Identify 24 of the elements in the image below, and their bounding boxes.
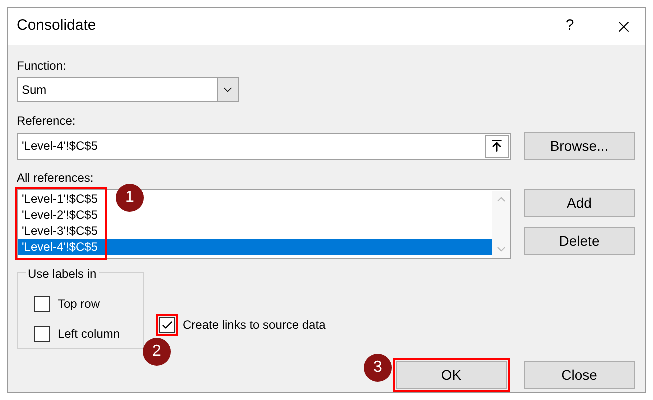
- list-item[interactable]: 'Level-2'!$C$5: [22, 208, 98, 222]
- checkbox[interactable]: [34, 326, 50, 342]
- help-button[interactable]: ?: [555, 15, 585, 38]
- checkbox-label: Top row: [58, 296, 100, 313]
- delete-button[interactable]: Delete: [524, 227, 635, 255]
- function-dropdown[interactable]: Sum: [17, 77, 239, 102]
- add-button[interactable]: Add: [524, 189, 635, 217]
- window-title: Consolidate: [17, 16, 98, 36]
- browse-button[interactable]: Browse...: [524, 132, 635, 160]
- check-icon: [160, 318, 174, 332]
- all-references-label: All references:: [17, 170, 95, 187]
- checkbox-label: Left column: [58, 326, 120, 343]
- upload-arrow-icon: [490, 139, 504, 153]
- close-button[interactable]: Close: [524, 361, 635, 389]
- reference-field[interactable]: 'Level-4'!$C$5: [17, 132, 511, 160]
- checkbox[interactable]: [34, 296, 50, 312]
- list-item[interactable]: 'Level-1'!$C$5: [22, 192, 98, 206]
- reference-label: Reference:: [17, 113, 77, 130]
- list-item[interactable]: 'Level-3'!$C$5: [22, 224, 98, 238]
- list-item[interactable]: 'Level-4'!$C$5: [22, 240, 98, 254]
- checkbox-label: Create links to source data: [183, 317, 326, 334]
- collapse-dialog-button[interactable]: [485, 134, 509, 158]
- ok-button[interactable]: OK: [396, 361, 507, 389]
- function-label: Function:: [17, 58, 68, 75]
